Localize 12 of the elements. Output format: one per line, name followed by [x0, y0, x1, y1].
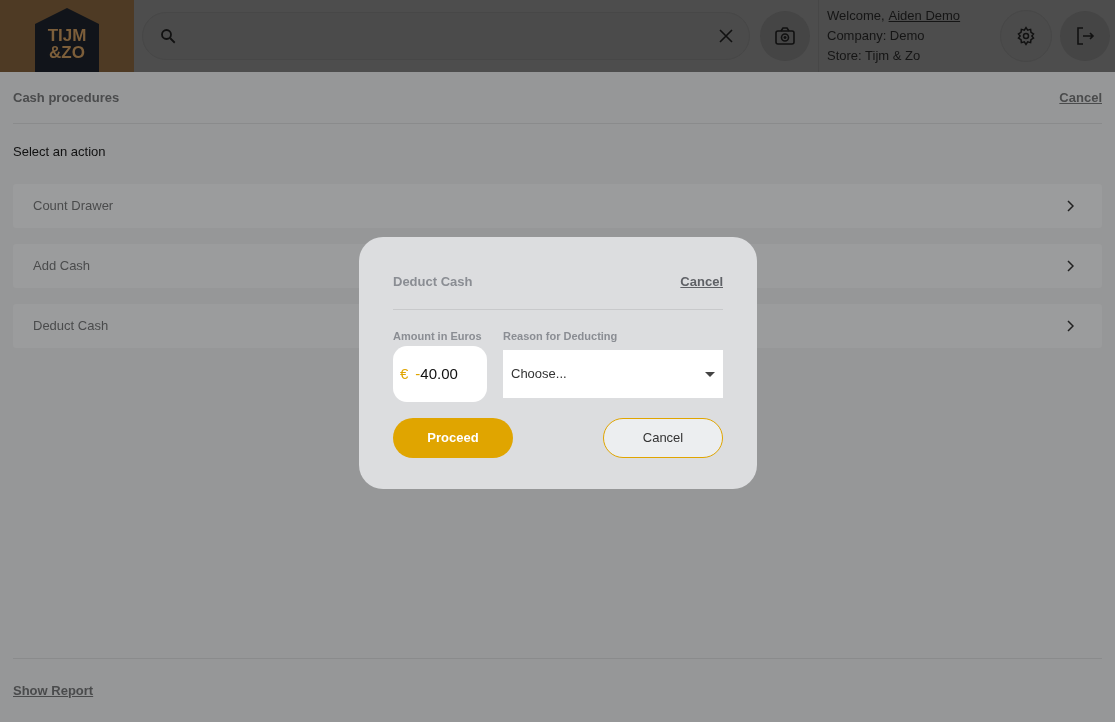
currency-symbol: € — [400, 363, 409, 384]
minus-sign: - — [415, 363, 421, 384]
logo: TIJM &ZO — [35, 8, 99, 72]
store-label: Store: Tijm & Zo — [827, 47, 922, 65]
page-title: Cash procedures — [13, 88, 120, 107]
field-label: Amount in Euros — [393, 329, 483, 344]
section-heading: Select an action — [13, 143, 107, 161]
company-label: Company: Demo — [827, 27, 926, 45]
field-label: Reason for Deducting — [503, 329, 619, 344]
amount-value: 40.00 — [420, 362, 473, 386]
welcome-label: Welcome, — [827, 7, 885, 25]
modal-title: Deduct Cash — [393, 273, 473, 292]
